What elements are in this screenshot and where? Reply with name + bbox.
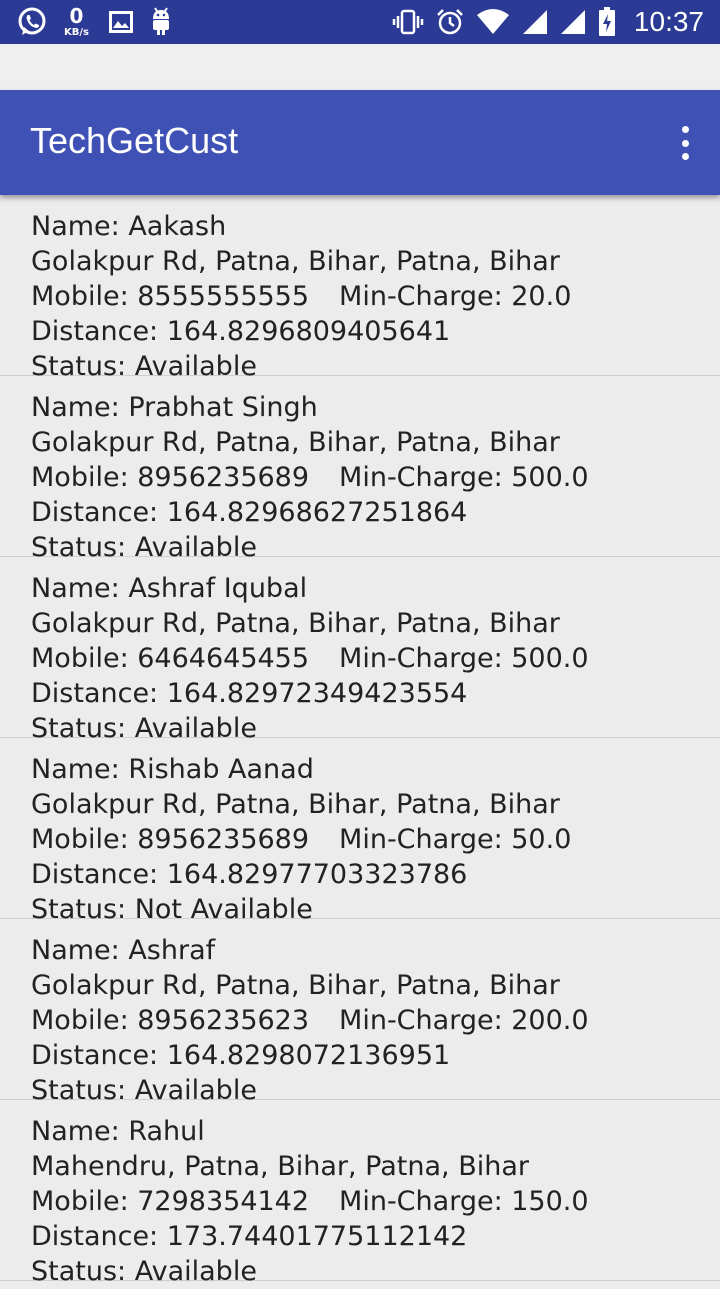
list-item[interactable]: Name: Aakash Golakpur Rd, Patna, Bihar, …: [0, 195, 720, 382]
more-vert-icon[interactable]: [678, 126, 692, 160]
net-speed-unit: KB/s: [64, 27, 89, 38]
item-address: Mahendru, Patna, Bihar, Patna, Bihar: [31, 1151, 529, 1182]
item-address: Golakpur Rd, Patna, Bihar, Patna, Bihar: [31, 789, 560, 820]
item-status: Status: Available: [31, 1256, 257, 1287]
item-mobile: Mobile: 6464645455: [31, 643, 310, 674]
list-item[interactable]: Name: Rishab Aanad Golakpur Rd, Patna, B…: [0, 738, 720, 925]
list-item[interactable]: Name: Rahul Mahendru, Patna, Bihar, Patn…: [0, 1100, 720, 1287]
item-address: Golakpur Rd, Patna, Bihar, Patna, Bihar: [31, 970, 560, 1001]
list-item[interactable]: Name: Ashraf Golakpur Rd, Patna, Bihar, …: [0, 919, 720, 1106]
app-bar: TechGetCust: [0, 90, 720, 195]
item-min-charge: Min-Charge: 500.0: [339, 643, 589, 674]
item-distance: Distance: 173.74401775112142: [31, 1221, 468, 1252]
signal-icon: [522, 9, 548, 35]
technician-list[interactable]: Name: Aakash Golakpur Rd, Patna, Bihar, …: [0, 195, 720, 1287]
item-address: Golakpur Rd, Patna, Bihar, Patna, Bihar: [31, 608, 560, 639]
wifi-icon: [476, 9, 510, 35]
item-contact-row: Mobile: 8956235689 Min-Charge: 50.0: [31, 822, 720, 857]
app-title: TechGetCust: [30, 120, 239, 161]
status-bar: 0 KB/s 10:37: [0, 0, 720, 44]
item-min-charge: Min-Charge: 20.0: [339, 281, 572, 312]
item-mobile: Mobile: 7298354142: [31, 1186, 310, 1217]
net-speed-value: 0: [69, 4, 84, 28]
whatsapp-icon: [16, 6, 48, 38]
item-min-charge: Min-Charge: 200.0: [339, 1005, 589, 1036]
item-name: Name: Ashraf: [31, 935, 216, 966]
item-contact-row: Mobile: 8956235623 Min-Charge: 200.0: [31, 1003, 720, 1038]
menu-dot: [681, 126, 689, 133]
item-mobile: Mobile: 8956235623: [31, 1005, 310, 1036]
item-mobile: Mobile: 8956235689: [31, 462, 310, 493]
battery-charging-icon: [598, 7, 616, 37]
item-contact-row: Mobile: 7298354142 Min-Charge: 150.0: [31, 1184, 720, 1219]
android-icon: [149, 7, 173, 37]
item-name: Name: Aakash: [31, 211, 227, 242]
status-bar-right: 10:37: [392, 4, 704, 40]
item-distance: Distance: 164.82972349423554: [31, 678, 468, 709]
item-contact-row: Mobile: 6464645455 Min-Charge: 500.0: [31, 641, 720, 676]
alarm-icon: [436, 8, 464, 36]
item-distance: Distance: 164.8298072136951: [31, 1040, 451, 1071]
status-bar-clock: 10:37: [633, 6, 704, 37]
signal-icon: [560, 9, 586, 35]
image-icon: [108, 11, 133, 33]
vibrate-icon: [392, 9, 424, 35]
net-speed-indicator: 0 KB/s: [64, 6, 89, 38]
item-address: Golakpur Rd, Patna, Bihar, Patna, Bihar: [31, 427, 560, 458]
item-address: Golakpur Rd, Patna, Bihar, Patna, Bihar: [31, 246, 560, 277]
menu-dot: [681, 153, 689, 160]
item-min-charge: Min-Charge: 150.0: [339, 1186, 589, 1217]
item-min-charge: Min-Charge: 500.0: [339, 462, 589, 493]
item-name: Name: Prabhat Singh: [31, 392, 318, 423]
item-name: Name: Rahul: [31, 1116, 205, 1147]
item-distance: Distance: 164.8296809405641: [31, 316, 451, 347]
list-item[interactable]: Name: Prabhat Singh Golakpur Rd, Patna, …: [0, 376, 720, 563]
item-min-charge: Min-Charge: 50.0: [339, 824, 572, 855]
menu-dot: [681, 139, 689, 147]
item-name: Name: Rishab Aanad: [31, 754, 314, 785]
item-mobile: Mobile: 8555555555: [31, 281, 310, 312]
status-bar-left: 0 KB/s: [16, 4, 189, 40]
item-mobile: Mobile: 8956235689: [31, 824, 310, 855]
item-distance: Distance: 164.82968627251864: [31, 497, 468, 528]
item-contact-row: Mobile: 8956235689 Min-Charge: 500.0: [31, 460, 720, 495]
item-contact-row: Mobile: 8555555555 Min-Charge: 20.0: [31, 279, 720, 314]
item-distance: Distance: 164.82977703323786: [31, 859, 468, 890]
toolbar-spacer: [0, 44, 720, 90]
list-item[interactable]: Name: Ashraf Iqubal Golakpur Rd, Patna, …: [0, 557, 720, 744]
item-name: Name: Ashraf Iqubal: [31, 573, 308, 604]
